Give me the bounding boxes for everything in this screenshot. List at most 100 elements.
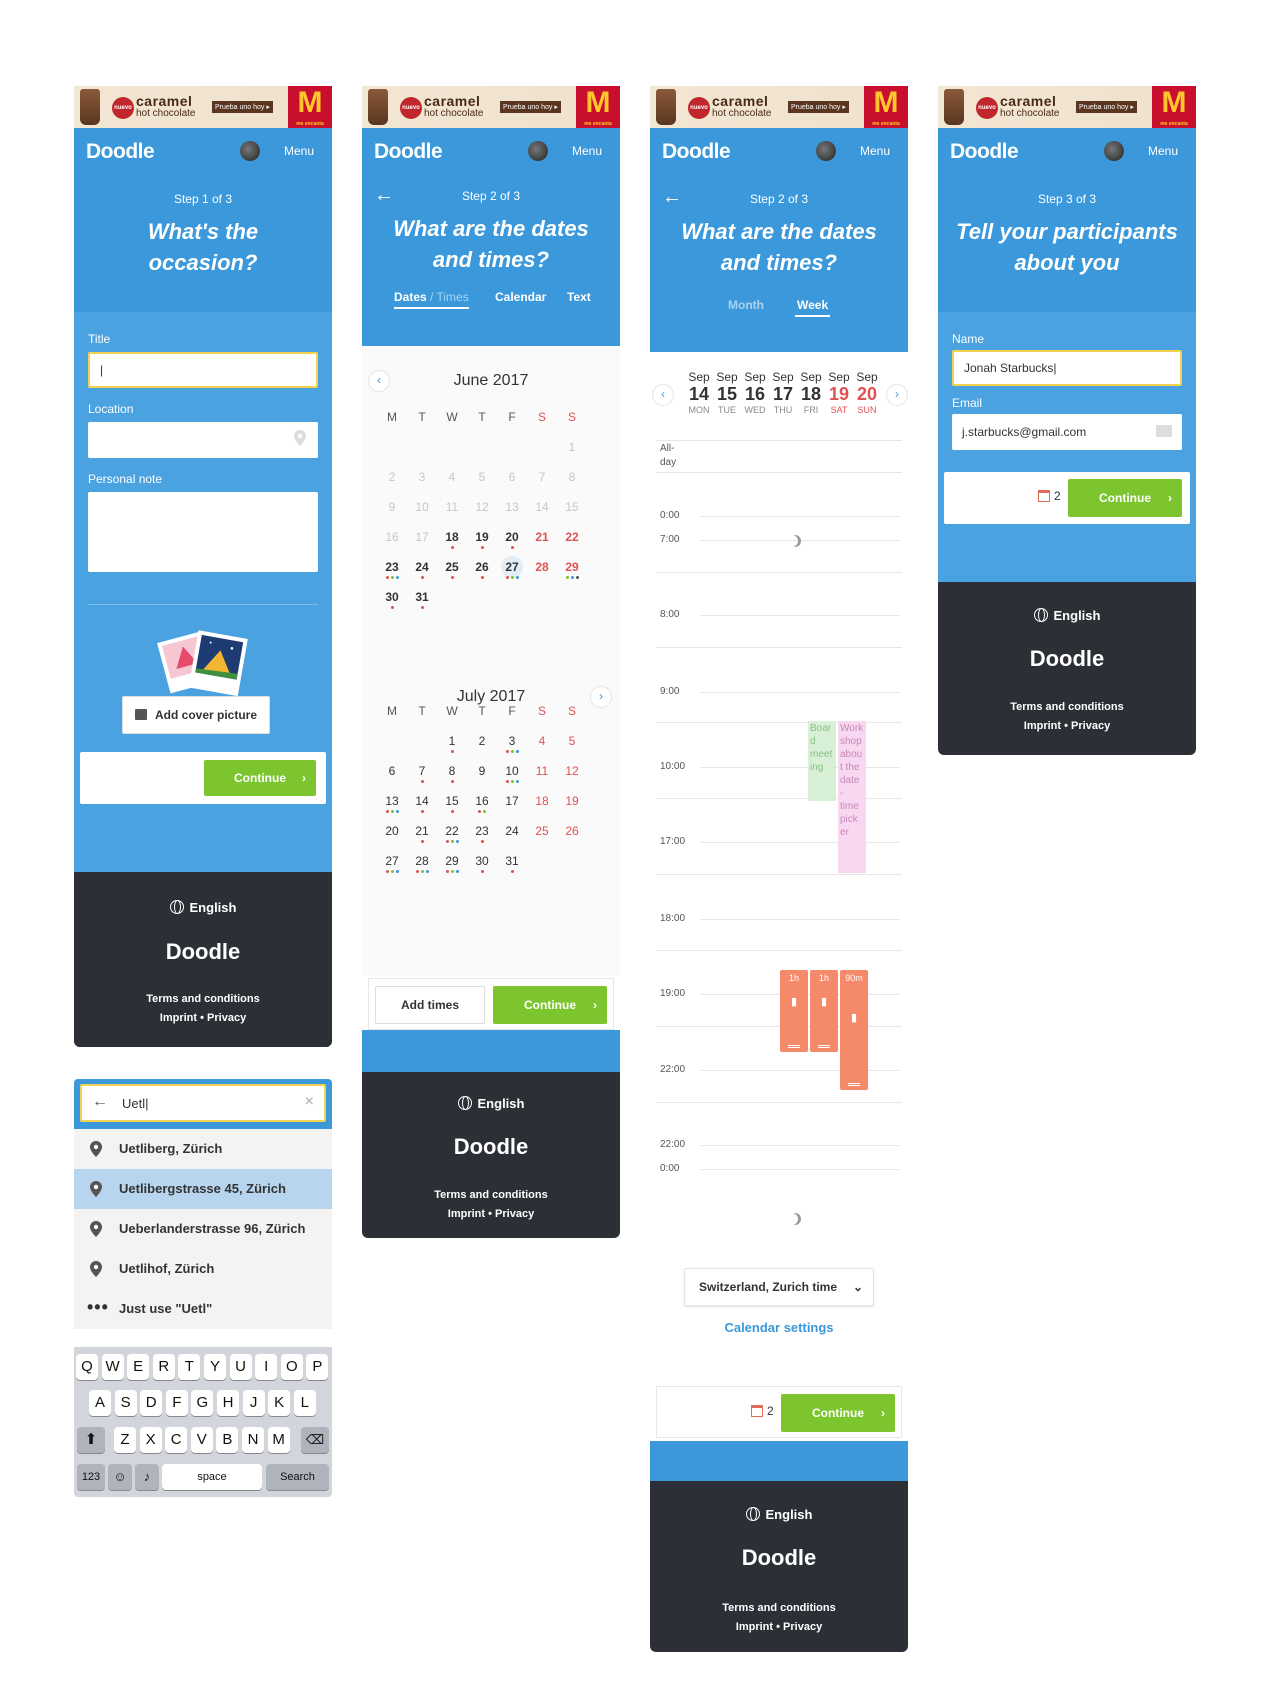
privacy-link[interactable]: Privacy — [1071, 720, 1110, 732]
terms-link[interactable]: Terms and conditions — [650, 1599, 908, 1618]
privacy-link[interactable]: Privacy — [783, 1621, 822, 1633]
location-input[interactable] — [88, 422, 318, 458]
calendar-day[interactable]: 31 — [496, 854, 528, 873]
key-j[interactable]: J — [242, 1390, 265, 1416]
footer-logo[interactable]: Doodle — [650, 1545, 908, 1571]
calendar-day[interactable]: 7 — [526, 470, 558, 484]
continue-button[interactable]: Continue › — [204, 760, 316, 796]
menu-button[interactable]: Menu — [284, 144, 314, 158]
calendar-day[interactable]: 2 — [466, 734, 498, 748]
calendar-day[interactable]: 11 — [526, 764, 558, 778]
calendar-day[interactable]: 12 — [556, 764, 588, 778]
key-x[interactable]: X — [139, 1427, 162, 1453]
calendar-day[interactable]: 3 — [496, 734, 528, 753]
key-m[interactable]: M — [267, 1427, 290, 1453]
key-u[interactable]: U — [229, 1354, 252, 1380]
calendar-day[interactable]: 19 — [466, 530, 498, 549]
calendar-day[interactable]: 25 — [526, 824, 558, 838]
calendar-day[interactable]: 20 — [496, 530, 528, 549]
doodle-logo[interactable]: Doodle — [950, 140, 1019, 164]
prev-week-button[interactable]: ‹ — [652, 384, 674, 406]
doodle-logo[interactable]: Doodle — [374, 140, 443, 164]
key-l[interactable]: L — [293, 1390, 316, 1416]
clear-icon[interactable]: × — [305, 1093, 314, 1111]
week-day-column[interactable]: Sep 17 THU — [768, 370, 798, 415]
week-day-column[interactable]: Sep 15 TUE — [712, 370, 742, 415]
event-workshop[interactable]: Work shop abou t the date - time pick er — [838, 721, 866, 873]
calendar-day[interactable]: 6 — [496, 470, 528, 484]
doodle-logo[interactable]: Doodle — [86, 140, 155, 164]
microphone-key[interactable]: ♪ — [135, 1464, 159, 1490]
calendar-day[interactable]: 25 — [436, 560, 468, 579]
week-day-column[interactable]: Sep 18 FRI — [796, 370, 826, 415]
calendar-day[interactable]: 29 — [436, 854, 468, 873]
calendar-day[interactable]: 9 — [376, 500, 408, 514]
calendar-day[interactable]: 8 — [556, 470, 588, 484]
avatar[interactable] — [1104, 141, 1124, 161]
tab-dates[interactable]: Dates / Times — [394, 290, 469, 309]
continue-button[interactable]: Continue › — [1068, 479, 1182, 517]
calendar-day[interactable]: 9 — [466, 764, 498, 778]
trash-icon[interactable]: ▮ — [840, 1011, 868, 1024]
calendar-day[interactable]: 6 — [376, 764, 408, 778]
key-e[interactable]: E — [127, 1354, 150, 1380]
language-selector[interactable]: English — [362, 1096, 620, 1111]
event-board-meeting[interactable]: Boar d meet ing — [808, 721, 836, 801]
space-key[interactable]: space — [162, 1464, 262, 1490]
drag-handle-icon[interactable] — [848, 1083, 860, 1086]
menu-button[interactable]: Menu — [860, 144, 890, 158]
language-selector[interactable]: English — [74, 900, 332, 915]
calendar-day[interactable]: 10 — [496, 764, 528, 783]
avatar[interactable] — [240, 141, 260, 161]
calendar-day[interactable]: 16 — [376, 530, 408, 544]
key-s[interactable]: S — [114, 1390, 137, 1416]
imprint-link[interactable]: Imprint — [1024, 720, 1061, 732]
calendar-day[interactable]: 22 — [436, 824, 468, 843]
calendar-settings-link[interactable]: Calendar settings — [650, 1320, 908, 1335]
suggestion-item[interactable]: Ueberlanderstrasse 96, Zürich — [74, 1209, 332, 1249]
calendar-day[interactable]: 24 — [496, 824, 528, 838]
calendar-day[interactable]: 24 — [406, 560, 438, 579]
backspace-key[interactable]: ⌫ — [301, 1427, 329, 1453]
calendar-day[interactable]: 1 — [436, 734, 468, 753]
key-t[interactable]: T — [178, 1354, 201, 1380]
calendar-day[interactable]: 5 — [556, 734, 588, 748]
calendar-day[interactable]: 12 — [466, 500, 498, 514]
footer-logo[interactable]: Doodle — [362, 1134, 620, 1160]
week-day-column[interactable]: Sep 14 MON — [684, 370, 714, 415]
drag-handle-icon[interactable] — [818, 1045, 830, 1048]
drag-handle-icon[interactable] — [788, 1045, 800, 1048]
key-q[interactable]: Q — [76, 1354, 98, 1380]
suggestion-item[interactable]: Uetlihof, Zürich — [74, 1249, 332, 1289]
time-slot[interactable]: 1h ▮ — [810, 970, 838, 1052]
doodle-logo[interactable]: Doodle — [662, 140, 731, 164]
calendar-day[interactable]: 15 — [436, 794, 468, 813]
key-d[interactable]: D — [140, 1390, 163, 1416]
tab-month[interactable]: Month — [728, 298, 764, 312]
week-day-column[interactable]: Sep 20 SUN — [852, 370, 882, 415]
week-day-column[interactable]: Sep 19 SAT — [824, 370, 854, 415]
calendar-day[interactable]: 28 — [406, 854, 438, 873]
suggestion-item[interactable]: Uetliberg, Zürich — [74, 1129, 332, 1169]
tab-calendar[interactable]: Calendar — [495, 290, 546, 304]
calendar-day[interactable]: 17 — [406, 530, 438, 544]
calendar-day[interactable]: 5 — [466, 470, 498, 484]
calendar-day[interactable]: 31 — [406, 590, 438, 609]
privacy-link[interactable]: Privacy — [207, 1012, 246, 1024]
add-times-button[interactable]: Add times — [375, 986, 485, 1024]
just-use-item[interactable]: ••• Just use "Uetl" — [74, 1289, 332, 1329]
terms-link[interactable]: Terms and conditions — [362, 1186, 620, 1205]
terms-link[interactable]: Terms and conditions — [74, 990, 332, 1009]
imprint-link[interactable]: Imprint — [736, 1621, 773, 1633]
calendar-day[interactable]: 13 — [496, 500, 528, 514]
language-selector[interactable]: English — [650, 1507, 908, 1522]
key-n[interactable]: N — [242, 1427, 264, 1453]
ad-banner[interactable]: nuevo caramel hot chocolate Prueba uno h… — [362, 86, 620, 128]
search-key[interactable]: Search — [266, 1464, 329, 1490]
menu-button[interactable]: Menu — [572, 144, 602, 158]
calendar-day[interactable]: 26 — [556, 824, 588, 838]
trash-icon[interactable]: ▮ — [780, 995, 808, 1008]
imprint-link[interactable]: Imprint — [448, 1208, 485, 1220]
shift-key[interactable]: ⬆ — [77, 1427, 105, 1453]
calendar-day[interactable]: 29 — [556, 560, 588, 579]
